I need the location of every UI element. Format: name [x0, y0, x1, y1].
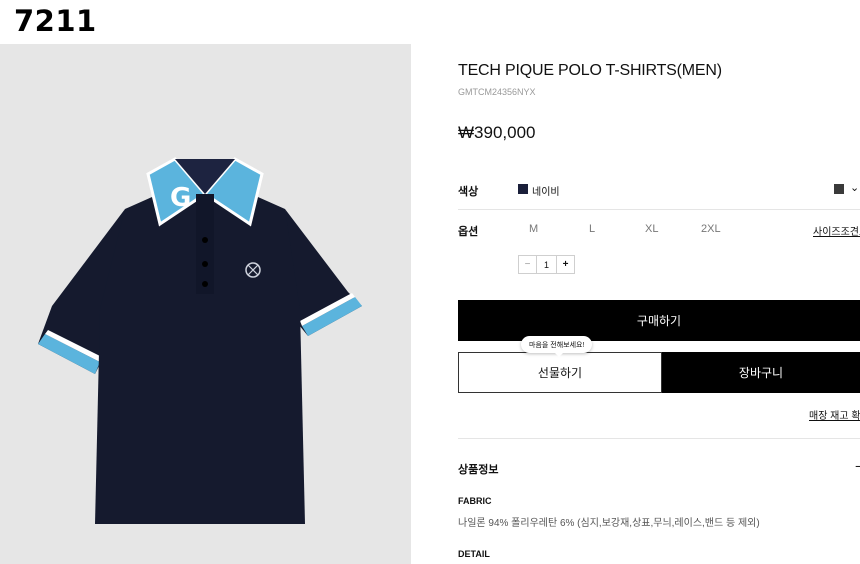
gift-button[interactable]: 선물하기	[458, 352, 662, 393]
navy-polo-shirt-image: G	[38, 157, 362, 524]
quantity-minus-button[interactable]: −	[519, 256, 537, 273]
color-swatch-navy[interactable]	[518, 184, 528, 194]
size-2xl[interactable]: 2XL	[701, 223, 721, 235]
product-image: G	[0, 44, 411, 564]
size-xl[interactable]: XL	[645, 223, 658, 235]
chevron-down-icon[interactable]: ⌄	[850, 181, 859, 194]
cart-button[interactable]: 장바구니	[662, 352, 860, 393]
quantity-stepper: − 1 +	[518, 255, 575, 274]
divider	[458, 209, 860, 210]
divider	[458, 438, 860, 439]
svg-text:G: G	[170, 183, 191, 213]
product-sku: GMTCM24356NYX	[458, 87, 536, 97]
store-stock-link[interactable]: 매장 재고 확인	[809, 407, 860, 422]
size-l[interactable]: L	[589, 223, 595, 235]
size-guide-link[interactable]: 사이즈조견표	[813, 223, 860, 238]
buy-button[interactable]: 구매하기	[458, 300, 860, 341]
collapse-icon[interactable]: −	[855, 458, 860, 474]
size-option-label: 옵션	[458, 226, 479, 238]
gift-tooltip: 마음을 전해보세요!	[521, 336, 593, 357]
color-label: 색상	[458, 186, 479, 198]
quantity-plus-button[interactable]: +	[556, 256, 574, 273]
size-m[interactable]: M	[529, 223, 538, 235]
product-price: ₩390,000	[458, 123, 536, 142]
quantity-value[interactable]: 1	[537, 256, 556, 273]
overlay-number-label: 7211	[14, 4, 97, 38]
color-name: 네이비	[532, 187, 560, 198]
detail-heading: DETAIL	[458, 549, 490, 559]
fabric-heading: FABRIC	[458, 496, 492, 506]
color-dropdown-swatch[interactable]	[834, 184, 844, 194]
product-info-heading: 상품정보	[458, 464, 499, 476]
fabric-text: 나일론 94% 폴리우레탄 6% (심지,보강재,상표,무늬,레이스,밴드 등 …	[458, 518, 760, 529]
product-title: TECH PIQUE POLO T-SHIRTS(MEN)	[458, 62, 722, 79]
